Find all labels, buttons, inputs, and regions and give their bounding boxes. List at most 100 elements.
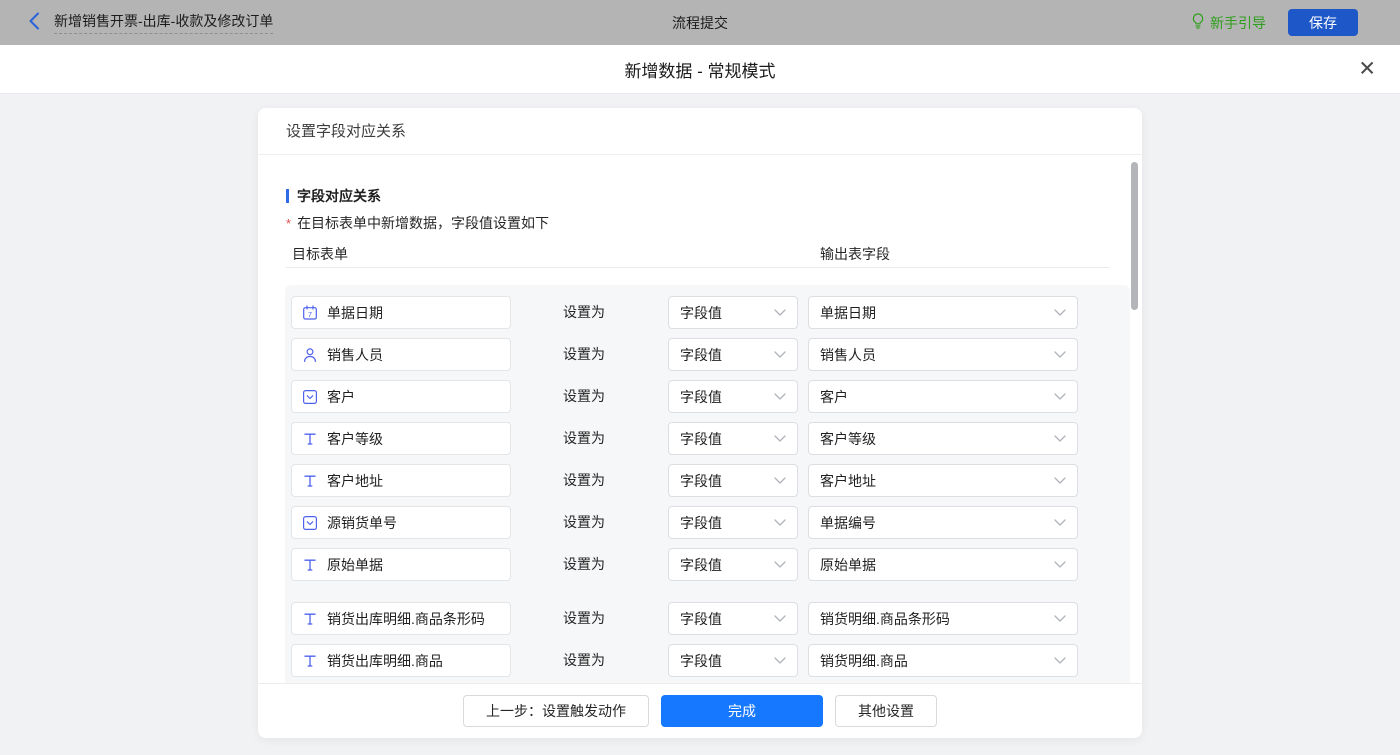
target-field-box[interactable]: 客户 [291,380,511,413]
field-mapping-row: 客户 设置为 字段值 客户 [285,380,1130,413]
output-field-value: 销售人员 [820,346,876,363]
field-mapping-row: 源销货单号 设置为 字段值 单据编号 [285,506,1130,539]
output-field-dropdown[interactable]: 客户等级 [808,422,1078,455]
field-mapping-row: 客户等级 设置为 字段值 客户等级 [285,422,1130,455]
target-field-box[interactable]: 原始单据 [291,548,511,581]
panel-body: 字段对应关系 * 在目标表单中新增数据，字段值设置如下 目标表单 输出表字段 7 … [258,155,1142,738]
calendar-icon: 7 [302,304,318,321]
target-field-box[interactable]: 销货出库明细.商品 [291,644,511,677]
method-dropdown[interactable]: 字段值 [668,548,798,581]
target-field-box[interactable]: 销售人员 [291,338,511,371]
field-mapping-row: 销货出库明细.商品 设置为 字段值 销货明细.商品 [285,644,1130,677]
field-mapping-row: 7 单据日期 设置为 字段值 单据日期 [285,296,1130,329]
chevron-down-icon [774,657,786,664]
chevron-down-icon [1054,351,1066,358]
field-mapping-row: 销售人员 设置为 字段值 销售人员 [285,338,1130,371]
target-field-label: 客户 [327,388,355,405]
output-field-value: 销货明细.商品 [820,652,908,669]
chevron-down-icon [774,519,786,526]
output-field-dropdown[interactable]: 销货明细.商品条形码 [808,602,1078,635]
user-icon [302,347,318,363]
method-dropdown[interactable]: 字段值 [668,296,798,329]
method-value: 字段值 [680,652,722,669]
output-field-dropdown[interactable]: 销货明细.商品 [808,644,1078,677]
top-bar: 新增销售开票-出库-收款及修改订单 流程提交 新手引导 保存 [0,0,1400,45]
set-as-label: 设置为 [563,514,605,530]
select-icon [302,515,318,531]
prev-step-button[interactable]: 上一步：设置触发动作 [463,695,649,727]
column-header-output-field: 输出表字段 [820,246,890,262]
target-field-box[interactable]: 客户等级 [291,422,511,455]
method-value: 字段值 [680,388,722,405]
output-field-dropdown[interactable]: 单据日期 [808,296,1078,329]
output-field-value: 客户地址 [820,472,876,489]
target-field-box[interactable]: 7 单据日期 [291,296,511,329]
output-field-dropdown[interactable]: 客户地址 [808,464,1078,497]
section-title: 字段对应关系 [286,186,381,206]
panel-header: 设置字段对应关系 [258,108,1142,155]
done-button[interactable]: 完成 [661,695,823,727]
output-field-value: 单据编号 [820,514,876,531]
method-value: 字段值 [680,514,722,531]
close-icon[interactable]: ✕ [1358,59,1376,80]
chevron-down-icon [1054,615,1066,622]
output-field-value: 销货明细.商品条形码 [820,610,950,627]
beginner-guide-link[interactable]: 新手引导 [1191,12,1266,33]
chevron-down-icon [1054,519,1066,526]
set-as-label: 设置为 [563,430,605,446]
flow-submit-label: 流程提交 [672,14,728,31]
select-icon [302,389,318,405]
target-field-label: 销售人员 [327,346,383,363]
target-field-label: 单据日期 [327,304,383,321]
text-icon [302,557,318,573]
output-field-value: 原始单据 [820,556,876,573]
field-group: 销货出库明细.商品条形码 设置为 字段值 销货明细.商品条形码 销货出库明细.商… [285,602,1130,677]
set-as-label: 设置为 [563,388,605,404]
output-field-dropdown[interactable]: 单据编号 [808,506,1078,539]
beginner-guide-label: 新手引导 [1210,14,1266,31]
field-group: 7 单据日期 设置为 字段值 单据日期 销售人员 设置为 字段值 销售人员 客户… [285,296,1130,581]
chevron-down-icon [774,309,786,316]
method-dropdown[interactable]: 字段值 [668,338,798,371]
set-as-label: 设置为 [563,472,605,488]
target-field-label: 源销货单号 [327,514,397,531]
method-dropdown[interactable]: 字段值 [668,506,798,539]
set-as-label: 设置为 [563,556,605,572]
method-dropdown[interactable]: 字段值 [668,644,798,677]
chevron-down-icon [1054,309,1066,316]
chevron-down-icon [1054,561,1066,568]
target-field-box[interactable]: 销货出库明细.商品条形码 [291,602,511,635]
chevron-down-icon [1054,393,1066,400]
target-field-box[interactable]: 客户地址 [291,464,511,497]
set-as-label: 设置为 [563,652,605,668]
method-dropdown[interactable]: 字段值 [668,422,798,455]
output-field-dropdown[interactable]: 销售人员 [808,338,1078,371]
set-as-label: 设置为 [563,610,605,626]
flow-title[interactable]: 新增销售开票-出库-收款及修改订单 [54,11,274,34]
output-field-value: 单据日期 [820,304,876,321]
chevron-left-icon [28,12,40,33]
target-field-label: 销货出库明细.商品 [327,652,443,669]
method-dropdown[interactable]: 字段值 [668,464,798,497]
method-dropdown[interactable]: 字段值 [668,602,798,635]
chevron-down-icon [774,435,786,442]
back-button[interactable] [28,12,40,33]
method-dropdown[interactable]: 字段值 [668,380,798,413]
field-mapping-row: 原始单据 设置为 字段值 原始单据 [285,548,1130,581]
output-field-value: 客户 [820,388,848,405]
panel-footer: 上一步：设置触发动作 完成 其他设置 [258,683,1142,738]
text-icon [302,653,318,669]
scrollbar-thumb[interactable] [1131,162,1138,310]
method-value: 字段值 [680,556,722,573]
other-settings-button[interactable]: 其他设置 [835,695,937,727]
output-field-dropdown[interactable]: 客户 [808,380,1078,413]
output-field-dropdown[interactable]: 原始单据 [808,548,1078,581]
save-button[interactable]: 保存 [1288,9,1358,36]
section-accent-bar [286,189,289,203]
method-value: 字段值 [680,304,722,321]
target-field-box[interactable]: 源销货单号 [291,506,511,539]
text-icon [302,611,318,627]
app-root: 新增销售开票-出库-收款及修改订单 流程提交 新手引导 保存 新增数据 - 常规… [0,0,1400,755]
field-mapping-list: 7 单据日期 设置为 字段值 单据日期 销售人员 设置为 字段值 销售人员 客户… [285,285,1130,697]
field-mapping-row: 销货出库明细.商品条形码 设置为 字段值 销货明细.商品条形码 [285,602,1130,635]
